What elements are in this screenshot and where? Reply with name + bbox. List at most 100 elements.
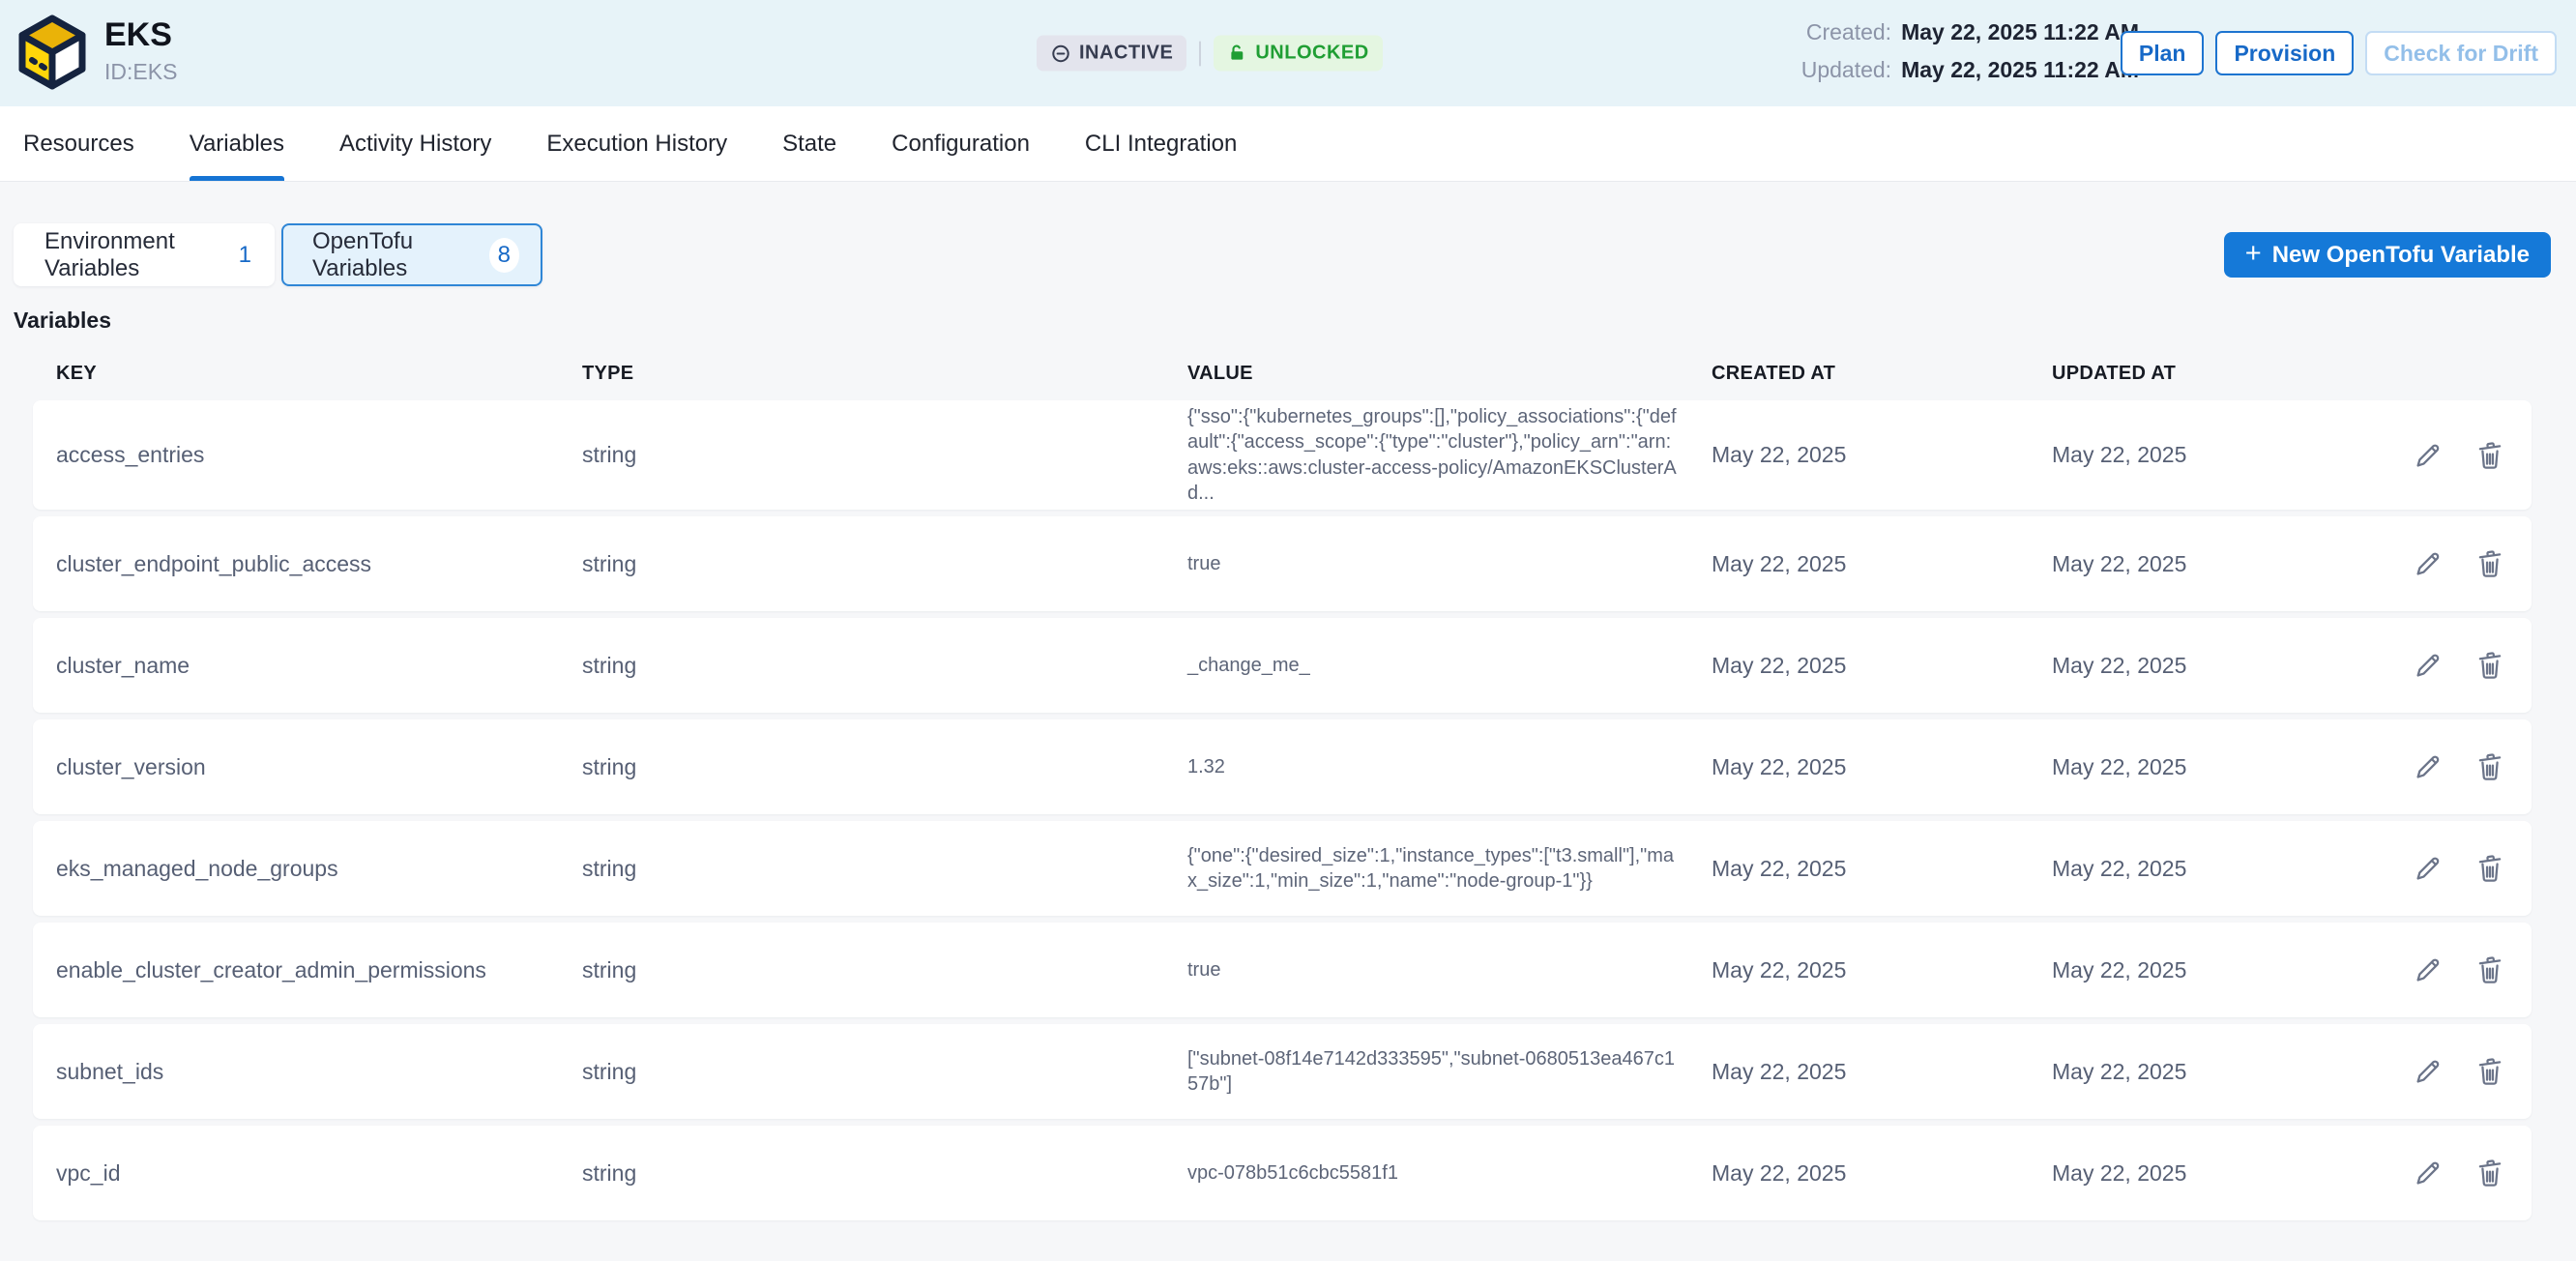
variable-updated-at: May 22, 2025	[2052, 1160, 2303, 1187]
variable-key: subnet_ids	[56, 1059, 582, 1085]
row-actions	[2303, 952, 2508, 988]
delete-variable-button[interactable]	[2472, 1053, 2508, 1090]
row-actions	[2303, 437, 2508, 474]
edit-variable-button[interactable]	[2410, 850, 2446, 887]
column-header-updated-at: UPDATED AT	[2052, 363, 2303, 385]
stack-brand: EKS ID:EKS	[17, 14, 177, 96]
tab-environment-variables[interactable]: Environment Variables 1	[14, 223, 275, 286]
new-opentofu-variable-button[interactable]: + New OpenTofu Variable	[2224, 232, 2551, 278]
variable-type: string	[582, 1059, 1187, 1085]
variables-table: KEYTYPEVALUECREATED ATUPDATED AT access_…	[33, 363, 2532, 1220]
tab-execution-history[interactable]: Execution History	[546, 106, 727, 181]
variable-created-at: May 22, 2025	[1712, 1059, 2052, 1085]
edit-variable-button[interactable]	[2410, 1155, 2446, 1191]
variable-updated-at: May 22, 2025	[2052, 754, 2303, 780]
tab-state[interactable]: State	[782, 106, 836, 181]
tab-variables[interactable]: Variables	[190, 106, 284, 181]
variable-key: cluster_endpoint_public_access	[56, 551, 582, 577]
delete-variable-button[interactable]	[2472, 545, 2508, 582]
variable-type: string	[582, 551, 1187, 577]
variable-value: true	[1187, 957, 1712, 982]
row-actions	[2303, 1155, 2508, 1191]
variable-created-at: May 22, 2025	[1712, 754, 2052, 780]
variable-type: string	[582, 653, 1187, 679]
edit-variable-button[interactable]	[2410, 1053, 2446, 1090]
edit-variable-button[interactable]	[2410, 952, 2446, 988]
variable-type: string	[582, 442, 1187, 468]
column-header-key: KEY	[56, 363, 582, 385]
tab-opentofu-variables[interactable]: OpenTofu Variables 8	[281, 223, 542, 286]
check-for-drift-button[interactable]: Check for Drift	[2365, 31, 2557, 75]
created-label: Created:	[1801, 19, 1891, 45]
variable-updated-at: May 22, 2025	[2052, 442, 2303, 468]
plus-icon: +	[2245, 240, 2262, 268]
row-actions	[2303, 850, 2508, 887]
variable-key: vpc_id	[56, 1160, 582, 1187]
table-row: cluster_version string 1.32 May 22, 2025…	[33, 719, 2532, 814]
variable-key: cluster_name	[56, 653, 582, 679]
table-body: access_entries string {"sso":{"kubernete…	[33, 400, 2532, 1220]
variable-updated-at: May 22, 2025	[2052, 957, 2303, 983]
main-tabs: Resources Variables Activity History Execut…	[0, 106, 2576, 182]
circle-minus-icon	[1050, 43, 1071, 64]
variable-value: vpc-078b51c6cbc5581f1	[1187, 1160, 1712, 1186]
table-row: cluster_name string _change_me_ May 22, …	[33, 618, 2532, 713]
column-header-created-at: CREATED AT	[1712, 363, 2052, 385]
variables-toolbar: Environment Variables 1 OpenTofu Variabl…	[14, 223, 2562, 286]
variable-updated-at: May 22, 2025	[2052, 551, 2303, 577]
table-column-headers: KEYTYPEVALUECREATED ATUPDATED AT	[33, 363, 2532, 385]
variable-updated-at: May 22, 2025	[2052, 856, 2303, 882]
plan-button[interactable]: Plan	[2121, 31, 2205, 75]
variables-heading: Variables	[14, 308, 2562, 334]
table-row: subnet_ids string ["subnet-08f14e7142d33…	[33, 1024, 2532, 1119]
edit-variable-button[interactable]	[2410, 748, 2446, 785]
row-actions	[2303, 545, 2508, 582]
variable-value: 1.32	[1187, 754, 1712, 779]
variable-type: string	[582, 856, 1187, 882]
timestamps: Created: May 22, 2025 11:22 AM Updated: …	[1801, 19, 2139, 83]
tab-configuration[interactable]: Configuration	[892, 106, 1030, 181]
lock-status-badge: UNLOCKED	[1214, 36, 1382, 72]
header-actions: Plan Provision Check for Drift	[2121, 31, 2557, 75]
unlock-icon	[1227, 44, 1247, 64]
delete-variable-button[interactable]	[2472, 437, 2508, 474]
updated-label: Updated:	[1801, 57, 1891, 83]
variable-type: string	[582, 754, 1187, 780]
divider	[1199, 41, 1201, 66]
opentofu-variables-count: 8	[489, 238, 519, 273]
variable-type: string	[582, 957, 1187, 983]
variable-updated-at: May 22, 2025	[2052, 653, 2303, 679]
edit-variable-button[interactable]	[2410, 647, 2446, 684]
delete-variable-button[interactable]	[2472, 1155, 2508, 1191]
environment-variables-count: 1	[239, 242, 251, 269]
delete-variable-button[interactable]	[2472, 952, 2508, 988]
variable-type: string	[582, 1160, 1187, 1187]
variable-key: cluster_version	[56, 754, 582, 780]
provision-button[interactable]: Provision	[2215, 31, 2354, 75]
edit-variable-button[interactable]	[2410, 545, 2446, 582]
variables-page: Environment Variables 1 OpenTofu Variabl…	[0, 182, 2576, 1261]
edit-variable-button[interactable]	[2410, 437, 2446, 474]
column-header-type: TYPE	[582, 363, 1187, 385]
table-row: access_entries string {"sso":{"kubernete…	[33, 400, 2532, 510]
variable-key: eks_managed_node_groups	[56, 856, 582, 882]
tab-resources[interactable]: Resources	[23, 106, 134, 181]
variable-value: {"sso":{"kubernetes_groups":[],"policy_a…	[1187, 404, 1712, 507]
tab-cli-integration[interactable]: CLI Integration	[1085, 106, 1237, 181]
table-row: eks_managed_node_groups string {"one":{"…	[33, 821, 2532, 916]
row-actions	[2303, 647, 2508, 684]
variable-created-at: May 22, 2025	[1712, 653, 2052, 679]
column-header-value: VALUE	[1187, 363, 1712, 385]
delete-variable-button[interactable]	[2472, 647, 2508, 684]
row-actions	[2303, 748, 2508, 785]
variable-updated-at: May 22, 2025	[2052, 1059, 2303, 1085]
variable-value: {"one":{"desired_size":1,"instance_types…	[1187, 843, 1712, 894]
status-badge: INACTIVE	[1037, 36, 1186, 72]
delete-variable-button[interactable]	[2472, 850, 2508, 887]
table-row: vpc_id string vpc-078b51c6cbc5581f1 May …	[33, 1126, 2532, 1220]
cube-logo-icon	[17, 14, 87, 96]
delete-variable-button[interactable]	[2472, 748, 2508, 785]
status-badges: INACTIVE UNLOCKED	[1037, 36, 1383, 72]
tab-activity-history[interactable]: Activity History	[339, 106, 491, 181]
row-actions	[2303, 1053, 2508, 1090]
